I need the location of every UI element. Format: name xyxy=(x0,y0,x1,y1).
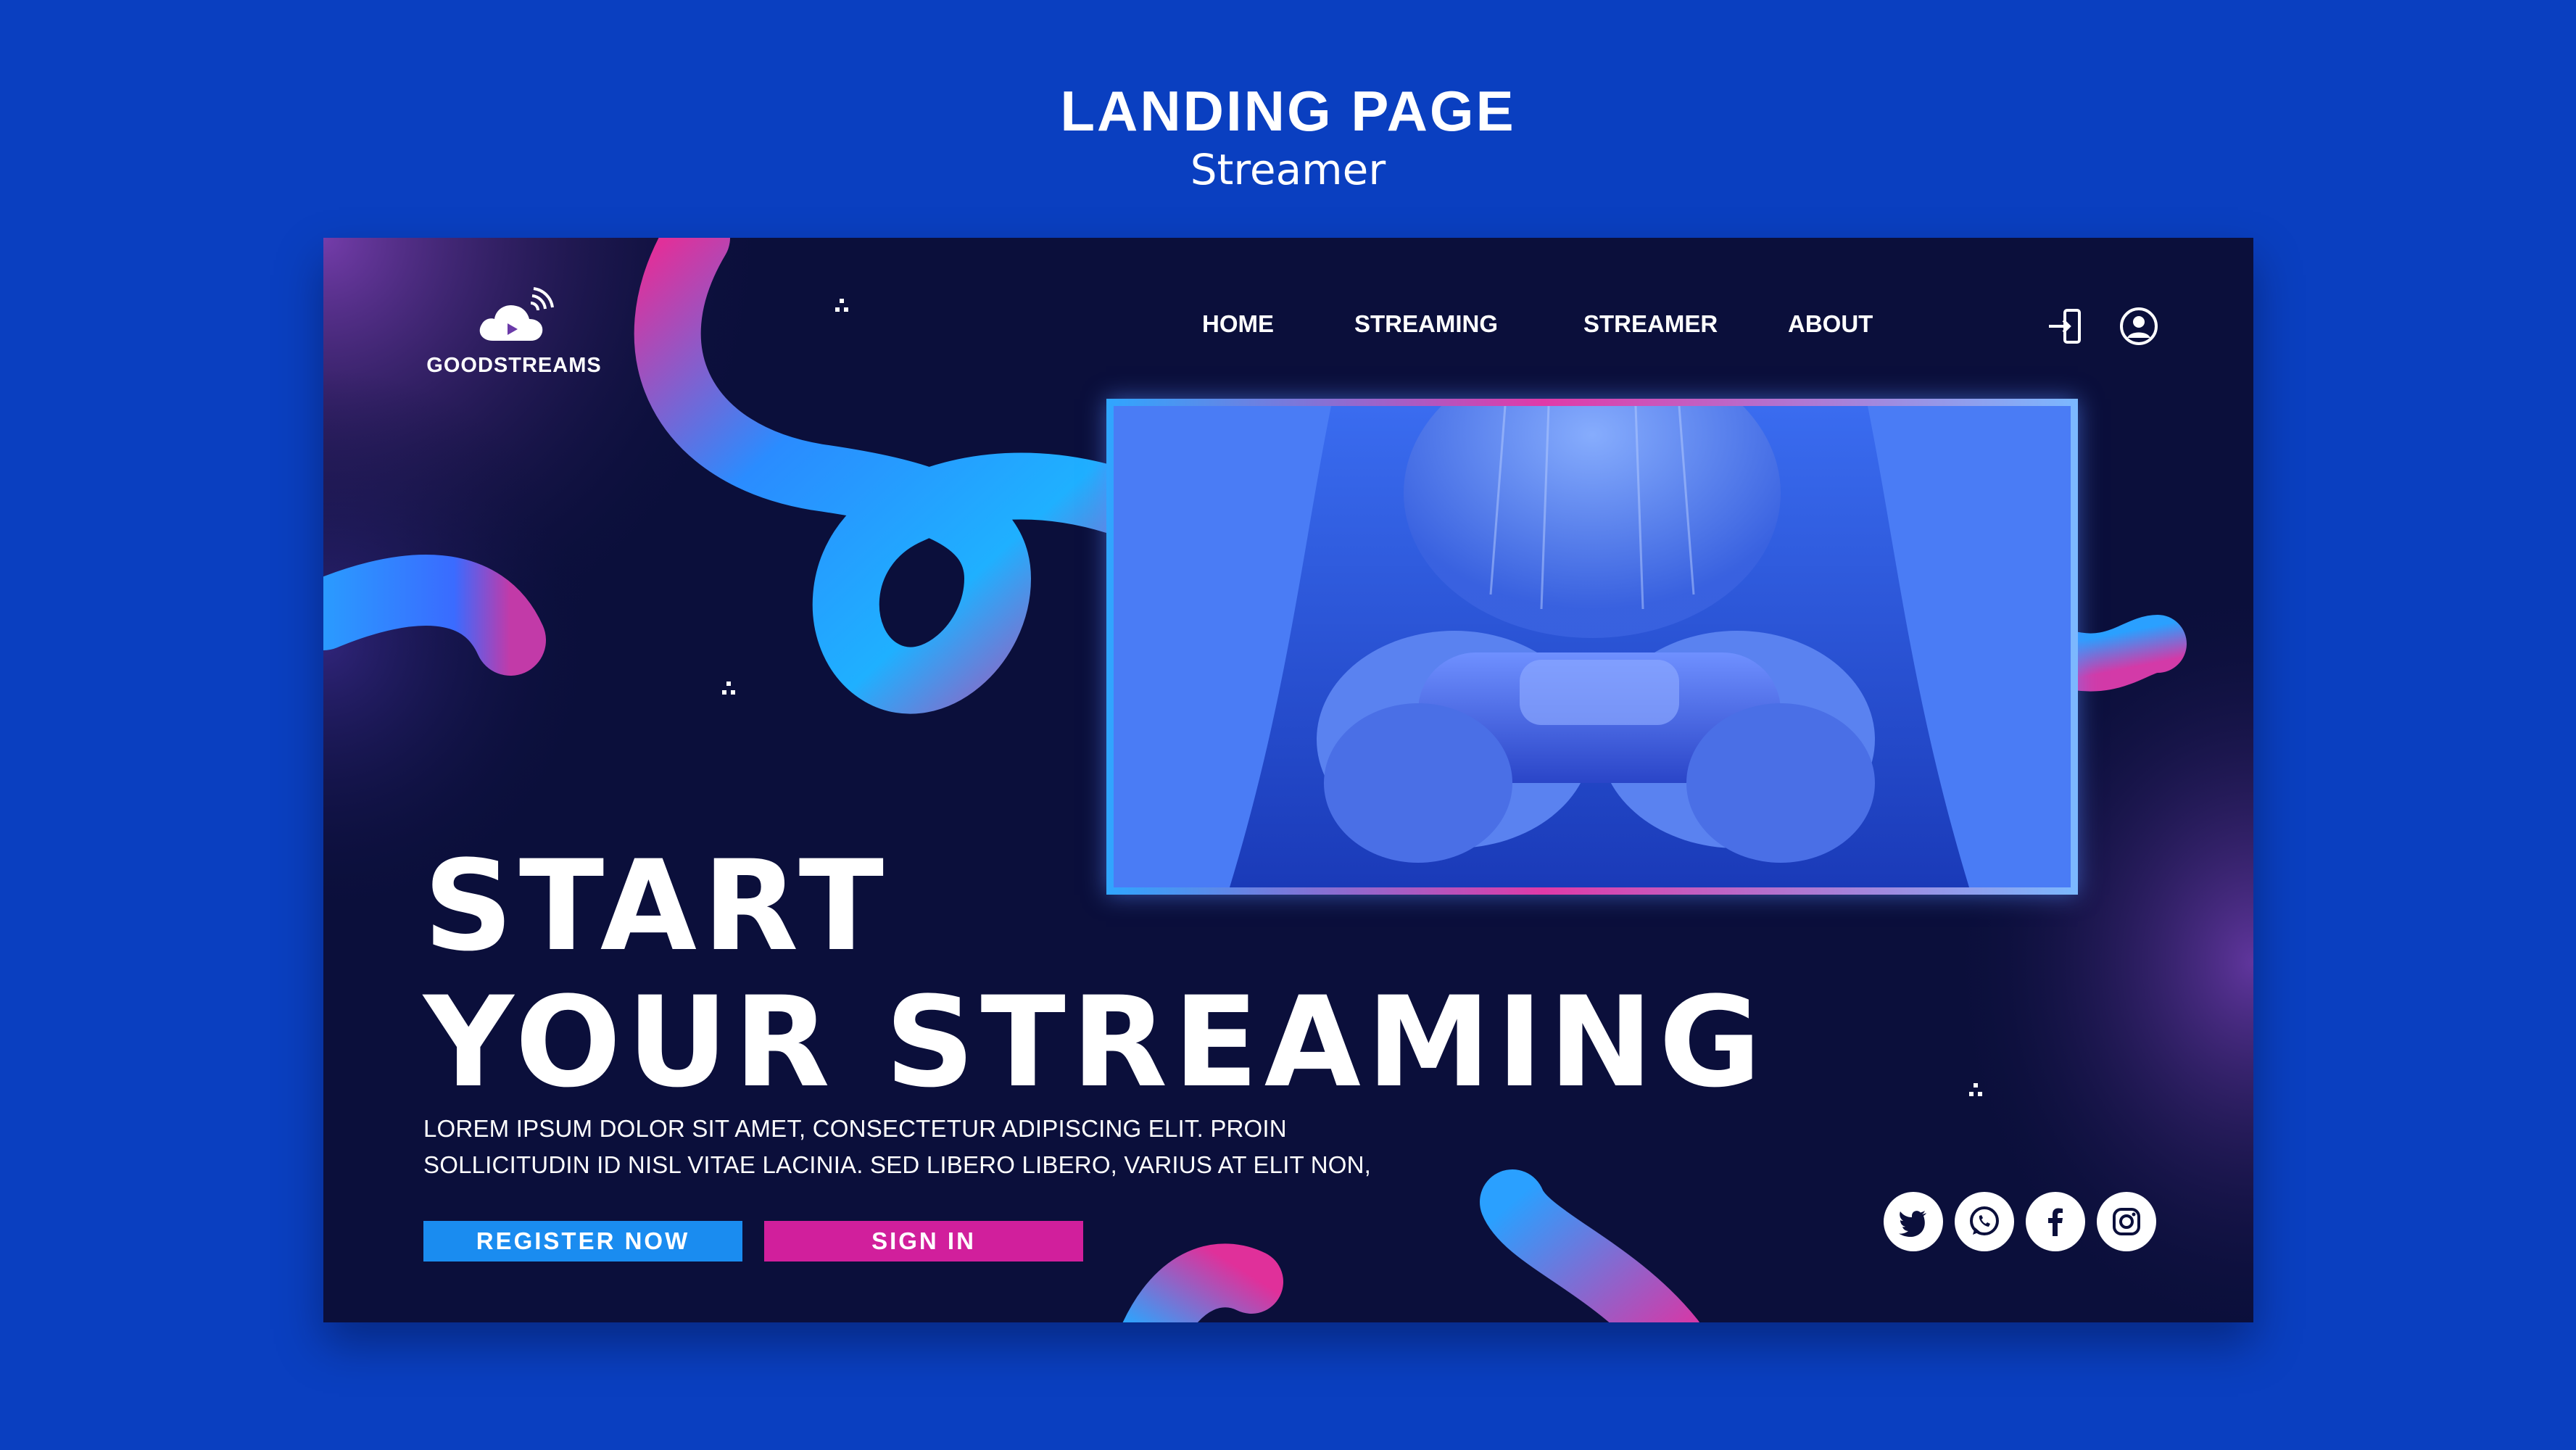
hero-photo-frame xyxy=(1106,399,2078,895)
hero-title-line1: START xyxy=(423,833,890,979)
whatsapp-button[interactable] xyxy=(1955,1192,2014,1251)
instagram-icon xyxy=(2113,1208,2140,1235)
brand-logo[interactable]: GOODSTREAMS xyxy=(423,287,605,378)
cloud-play-icon xyxy=(479,287,554,341)
twitter-button[interactable] xyxy=(1884,1192,1943,1251)
login-icon[interactable] xyxy=(2045,304,2088,348)
user-icon[interactable] xyxy=(2117,304,2161,348)
landing-card: GOODSTREAMS HOME STREAMING STREAMER ABOU… xyxy=(323,238,2253,1322)
instagram-button[interactable] xyxy=(2097,1192,2156,1251)
nav-item-home[interactable]: HOME xyxy=(1202,310,1274,338)
nav-item-about[interactable]: ABOUT xyxy=(1788,310,1873,338)
sign-in-button[interactable]: SIGN IN xyxy=(764,1221,1083,1262)
facebook-icon xyxy=(2048,1208,2063,1236)
hero-description-line1: LOREM IPSUM DOLOR SIT AMET, CONSECTETUR … xyxy=(423,1115,1287,1142)
gamer-controller-image xyxy=(1114,406,2071,887)
facebook-button[interactable] xyxy=(2026,1192,2085,1251)
nav-item-streamer[interactable]: STREAMER xyxy=(1583,310,1718,338)
twitter-icon xyxy=(1899,1211,1926,1238)
page-heading-subtitle: Streamer xyxy=(1190,145,1386,194)
hero-title-line2: YOUR STREAMING xyxy=(423,969,1768,1115)
nav-item-streaming[interactable]: STREAMING xyxy=(1354,310,1498,338)
page-heading-title: LANDING PAGE xyxy=(1060,79,1516,143)
register-now-button[interactable]: REGISTER NOW xyxy=(423,1221,742,1262)
hero-description-line2: SOLLICITUDIN ID NISL VITAE LACINIA. SED … xyxy=(423,1151,1372,1178)
whatsapp-icon xyxy=(1970,1206,1999,1235)
brand-name: GOODSTREAMS xyxy=(426,354,602,377)
